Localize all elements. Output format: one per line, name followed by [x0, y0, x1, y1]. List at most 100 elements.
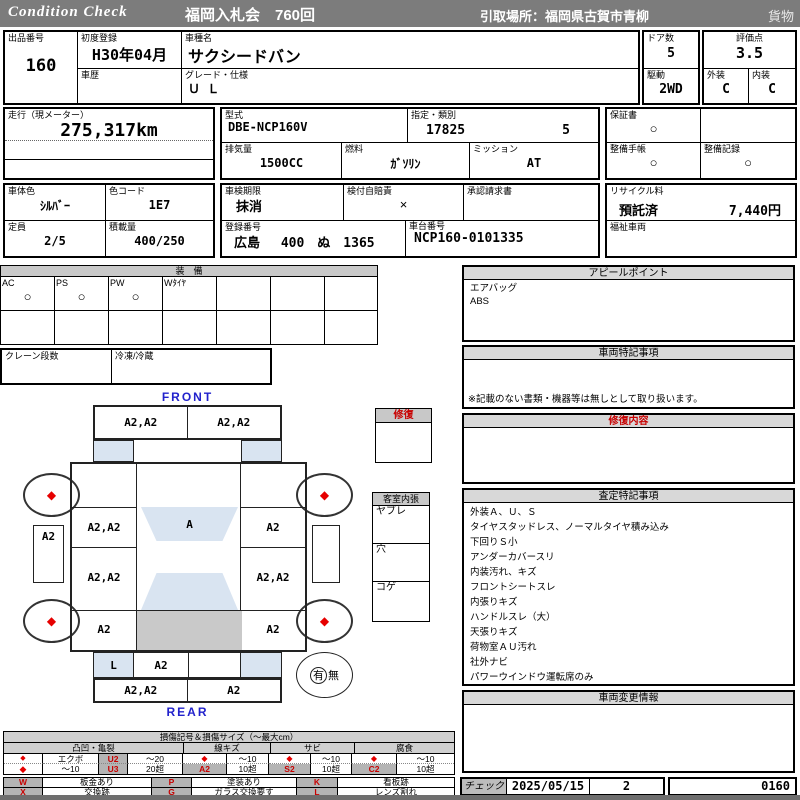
grade-value: Ｕ Ｌ [188, 82, 220, 96]
load-value: 400/250 [134, 234, 185, 248]
legend-group-scratch: 線キズ [184, 743, 271, 754]
bottom-bar [0, 795, 800, 800]
equipment-cell-empty [217, 277, 271, 311]
code-desc: 板金あり [43, 778, 152, 787]
legend-symbol: ◆ [269, 754, 311, 764]
displacement-cell: 排気量 1500CC [222, 143, 342, 178]
legend-size: ～10 [43, 764, 99, 774]
cabin-title: 客室内張 [373, 493, 429, 506]
score-table: 評価点 3.5 外装 C 内装 C [702, 30, 797, 105]
legend-group-rust: サビ [271, 743, 355, 754]
equipment-label: PW [110, 278, 125, 288]
change-info-section: 車両変更情報 [462, 690, 795, 773]
insurance-label: 検付自賠責 [347, 186, 393, 196]
load-cell: 積載量 400/250 [106, 221, 213, 256]
auction-title: 福岡入札会 760回 [185, 7, 316, 24]
maint-book-mark: ○ [649, 154, 658, 170]
grade-cell: グレード・仕様 Ｕ Ｌ [182, 69, 640, 103]
doors-cell: ドア数 5 [644, 32, 698, 69]
code-cell: P [152, 778, 192, 787]
class-sub-number: 5 [562, 123, 570, 138]
tailgate-left-zone: L [94, 653, 134, 677]
warranty-cell: 保証書 ○ [607, 109, 701, 143]
assessment-item: ハンドルスレ（大） [470, 612, 556, 623]
legend-code: A2 [183, 764, 227, 774]
assessment-item: 天張りキズ [470, 627, 518, 638]
load-label: 積載量 [109, 222, 137, 232]
legend-code: U2 [99, 754, 128, 764]
exterior-grade: C [722, 81, 730, 97]
appeal-title: アピールポイント [464, 267, 793, 280]
spec-table: 型式 DBE-NCP160V 指定・類別 17825 5 排気量 1500CC … [220, 107, 600, 180]
fuel-value: ｶﾞｿﾘﾝ [390, 156, 421, 171]
cabin-row-label: 穴 [376, 544, 386, 555]
assessment-item: 社外ナビ [470, 657, 509, 668]
damage-diamond: ◆ [46, 614, 57, 628]
equipment-cell-empty [325, 277, 377, 311]
mission-value: AT [526, 156, 542, 170]
mission-cell: ミッション AT [470, 143, 598, 178]
equipment-mark: ○ [77, 288, 86, 304]
appeal-item: エアバッグ [470, 283, 518, 294]
drive-value: 2WD [659, 81, 683, 97]
front-bumper-right-zone: A2,A2 [217, 416, 251, 429]
left-fender-zone: A2,A2 [87, 520, 121, 534]
equipment-cell-ps: PS ○ [55, 277, 109, 311]
capacity-value: 2/5 [44, 234, 66, 248]
assessment-item: パワーウインドウ運転席のみ [470, 672, 594, 683]
maint-book-cell: 整備手帳 ○ [607, 143, 701, 178]
chassis-label: 車台番号 [409, 221, 446, 231]
maint-book-label: 整備手帳 [610, 144, 647, 154]
assessment-item: 下回りＳ小 [470, 537, 518, 548]
check-table: チェック 2025/05/15 2 [460, 777, 665, 796]
legend-size: ～10 [311, 754, 352, 764]
check-label-cell: チェック [462, 779, 507, 794]
right-side-strip [312, 525, 340, 583]
assessment-item: タイヤスタッドレス、ノーマルタイヤ積み込み [470, 522, 669, 533]
grade-label: グレード・仕様 [185, 70, 249, 80]
warranty-label: 保証書 [610, 110, 638, 120]
fuel-label: 燃料 [345, 144, 364, 154]
history-cell: 車歴 [78, 69, 182, 103]
mileage-label: 走行（現メーター） [8, 110, 90, 120]
auction-sheet: Condition Check 福岡入札会 760回 引取場所：福岡県古賀市青柳… [0, 0, 800, 800]
freezer-cell: 冷凍/冷蔵 [112, 350, 270, 383]
equipment-mark: ○ [131, 288, 140, 304]
legend-code: C2 [352, 764, 397, 774]
approval-cell: 承認請求書 [464, 185, 598, 221]
capacity-cell: 定員 2/5 [5, 221, 106, 256]
class-number: 17825 [426, 123, 466, 138]
damage-diamond: ◆ [319, 488, 330, 502]
recycle-label: リサイクル料 [610, 186, 664, 196]
first-reg-value: H30年04月 [91, 45, 168, 64]
code-cell: K [297, 778, 338, 787]
vehicle-notes-section: 車両特記事項 ※記載のない書類・機器等は無しとして取り扱います。 [462, 345, 795, 409]
assessment-item: 荷物室ＡＵ汚れ [470, 642, 537, 653]
tailgate-strip: L A2 [93, 652, 282, 678]
doors-value: 5 [667, 45, 675, 61]
document-table: 保証書 ○ 整備手帳 ○ 整備記録 ○ [605, 107, 797, 180]
class-cell: 指定・類別 17825 5 [408, 109, 598, 143]
insurance-cell: 検付自賠責 × [344, 185, 464, 221]
repair-content-title: 修復内容 [464, 415, 793, 428]
change-info-title: 車両変更情報 [464, 692, 793, 705]
right-fender-zone: A2 [266, 520, 280, 534]
legend-size: ～10 [397, 754, 454, 764]
cabin-row-label: コゲ [376, 582, 396, 593]
pickup-location: 引取場所：福岡県古賀市青柳 [480, 9, 650, 24]
crane-label: クレーン段数 [5, 351, 59, 361]
rear-window-zone [141, 573, 238, 610]
interior-grade: C [768, 81, 776, 97]
recycle-table: リサイクル料 預託済 7,440円 福祉車両 [605, 183, 797, 258]
legend-symbol: ◆ [183, 754, 227, 764]
doors-label: ドア数 [647, 33, 675, 43]
brand-logo: Condition Check [8, 4, 128, 20]
equipment-section: 装 備 AC ○ PS ○ PW ○ Wﾀｲﾔ [0, 265, 378, 345]
equipment-cell-empty [109, 311, 163, 344]
front-bumper-left-zone: A2,A2 [95, 407, 188, 438]
recycle-fee: 7,440円 [728, 204, 781, 219]
interior-label: 内装 [752, 70, 771, 80]
document-blank-cell [701, 109, 795, 143]
fuel-cell: 燃料 ｶﾞｿﾘﾝ [342, 143, 470, 178]
tailgate-empty-zone [189, 653, 241, 677]
